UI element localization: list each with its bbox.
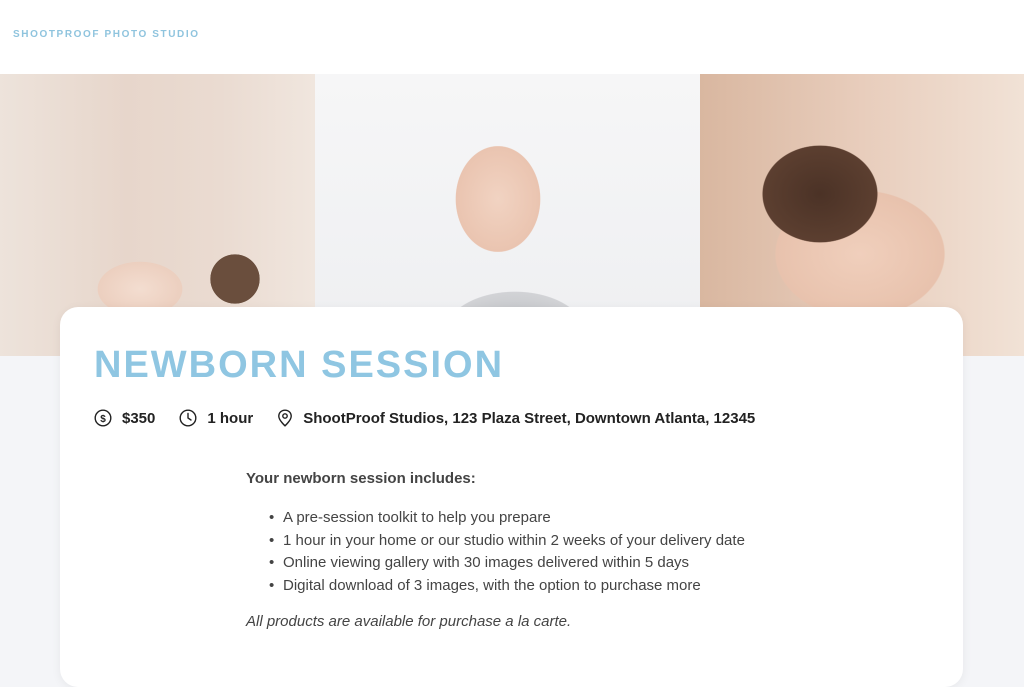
includes-list: • A pre-session toolkit to help you prepa… — [246, 507, 846, 597]
a-la-carte-note: All products are available for purchase … — [246, 613, 572, 630]
list-item: • Online viewing gallery with 30 images d… — [269, 554, 690, 571]
clock-icon — [179, 409, 197, 427]
location-info: ShootProof Studios, 123 Plaza Street, Do… — [277, 409, 755, 427]
dollar-circle-icon: $ — [94, 409, 112, 427]
list-item: • Digital download of 3 images, with the … — [269, 576, 701, 594]
session-meta: $ $350 1 hour ShootProof Studios, 123 Pl… — [94, 409, 779, 427]
list-item: • 1 hour in your home or our studio withi… — [269, 531, 745, 549]
session-price: $350 — [122, 409, 156, 427]
map-pin-icon — [278, 409, 293, 427]
session-title: NEWBORN SESSION — [94, 344, 505, 386]
list-item: • A pre-session toolkit to help you prepa… — [269, 509, 551, 526]
session-location: ShootProof Studios, 123 Plaza Street, Do… — [303, 409, 756, 427]
site-header: SHOOTPROOF PHOTO STUDIO — [0, 0, 1024, 74]
session-duration: 1 hour — [207, 409, 254, 427]
svg-text:$: $ — [100, 414, 106, 425]
session-card: NEWBORN SESSION $ $350 1 hour ShootProof… — [60, 307, 963, 687]
studio-brand-link[interactable]: SHOOTPROOF PHOTO STUDIO — [13, 29, 200, 40]
includes-heading: Your newborn session includes: — [246, 470, 476, 487]
price-info: $ $350 — [94, 409, 155, 427]
session-description: Your newborn session includes: • A pre-se… — [246, 470, 846, 645]
duration-info: 1 hour — [179, 409, 253, 427]
